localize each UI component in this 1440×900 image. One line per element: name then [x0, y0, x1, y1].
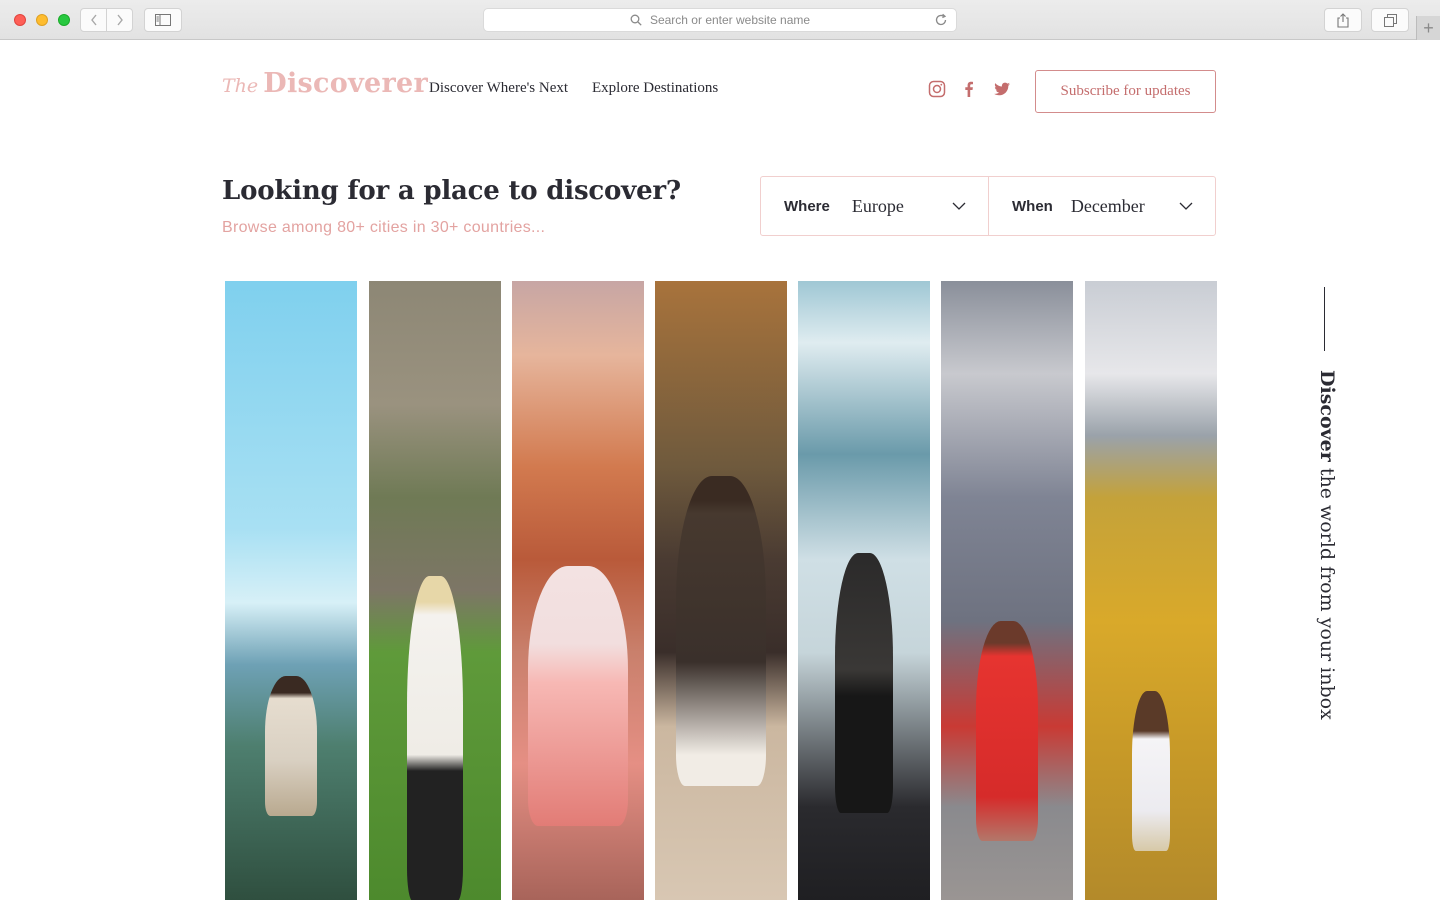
new-tab-button[interactable]: +: [1416, 16, 1440, 40]
zoom-window-button[interactable]: [58, 14, 70, 26]
traveler-figure: [976, 621, 1038, 841]
page-title: Looking for a place to discover?: [222, 176, 681, 206]
nav-link-discover-next[interactable]: Discover Where's Next: [429, 80, 568, 97]
tabs-icon: [1383, 13, 1397, 27]
address-placeholder: Search or enter website name: [649, 13, 811, 27]
plus-icon: +: [1423, 17, 1434, 38]
side-divider: [1324, 287, 1325, 351]
traveler-figure: [835, 553, 893, 813]
where-select[interactable]: Where Europe: [761, 177, 988, 235]
side-tagline: Discover the world from your inbox: [1316, 370, 1338, 720]
traveler-figure: [407, 576, 463, 900]
logo-prefix: The: [222, 75, 259, 97]
tab-overview-button[interactable]: [1371, 8, 1409, 32]
chevron-down-icon: [1179, 202, 1193, 210]
site-logo[interactable]: The Discoverer: [222, 68, 428, 99]
when-select[interactable]: When December: [988, 177, 1215, 235]
destination-photo-2[interactable]: [369, 281, 501, 900]
destination-photo-3[interactable]: [512, 281, 644, 900]
chevron-down-icon: [952, 202, 966, 210]
chevron-right-icon: [116, 14, 123, 26]
share-button[interactable]: [1324, 8, 1362, 32]
sidebar-icon: [155, 14, 171, 26]
when-value: December: [1070, 195, 1145, 216]
share-icon: [1337, 12, 1349, 28]
chevron-left-icon: [90, 14, 97, 26]
minimize-window-button[interactable]: [36, 14, 48, 26]
nav-link-explore-destinations[interactable]: Explore Destinations: [592, 80, 718, 97]
forward-button[interactable]: [106, 8, 133, 32]
destination-photo-1[interactable]: [225, 281, 357, 900]
when-label: When: [1012, 197, 1053, 215]
where-value: Europe: [851, 195, 904, 216]
traveler-figure: [265, 676, 317, 816]
back-button[interactable]: [80, 8, 107, 32]
reload-icon[interactable]: [934, 13, 948, 27]
destination-search: Where Europe When December: [760, 176, 1216, 236]
logo-name: Discoverer: [263, 68, 429, 99]
close-window-button[interactable]: [14, 14, 26, 26]
twitter-icon[interactable]: [993, 80, 1011, 98]
destination-photo-7[interactable]: [1085, 281, 1217, 900]
where-label: Where: [784, 197, 830, 215]
search-icon: [630, 14, 642, 26]
subscribe-button[interactable]: Subscribe for updates: [1035, 70, 1216, 113]
side-tagline-rest: the world from your inbox: [1316, 461, 1338, 720]
destination-photo-5[interactable]: [798, 281, 930, 900]
instagram-icon[interactable]: [928, 80, 946, 98]
address-bar[interactable]: Search or enter website name: [483, 8, 957, 32]
traveler-figure: [676, 476, 766, 786]
destination-photo-4[interactable]: [655, 281, 787, 900]
browser-toolbar: Search or enter website name +: [0, 0, 1440, 40]
facebook-icon[interactable]: [960, 80, 978, 98]
sidebar-toggle-button[interactable]: [144, 8, 182, 32]
traveler-figure: [528, 566, 628, 826]
page-subtitle: Browse among 80+ cities in 30+ countries…: [222, 219, 546, 236]
destination-photo-6[interactable]: [941, 281, 1073, 900]
traveler-figure: [1132, 691, 1170, 851]
side-tagline-strong: Discover: [1316, 370, 1338, 462]
